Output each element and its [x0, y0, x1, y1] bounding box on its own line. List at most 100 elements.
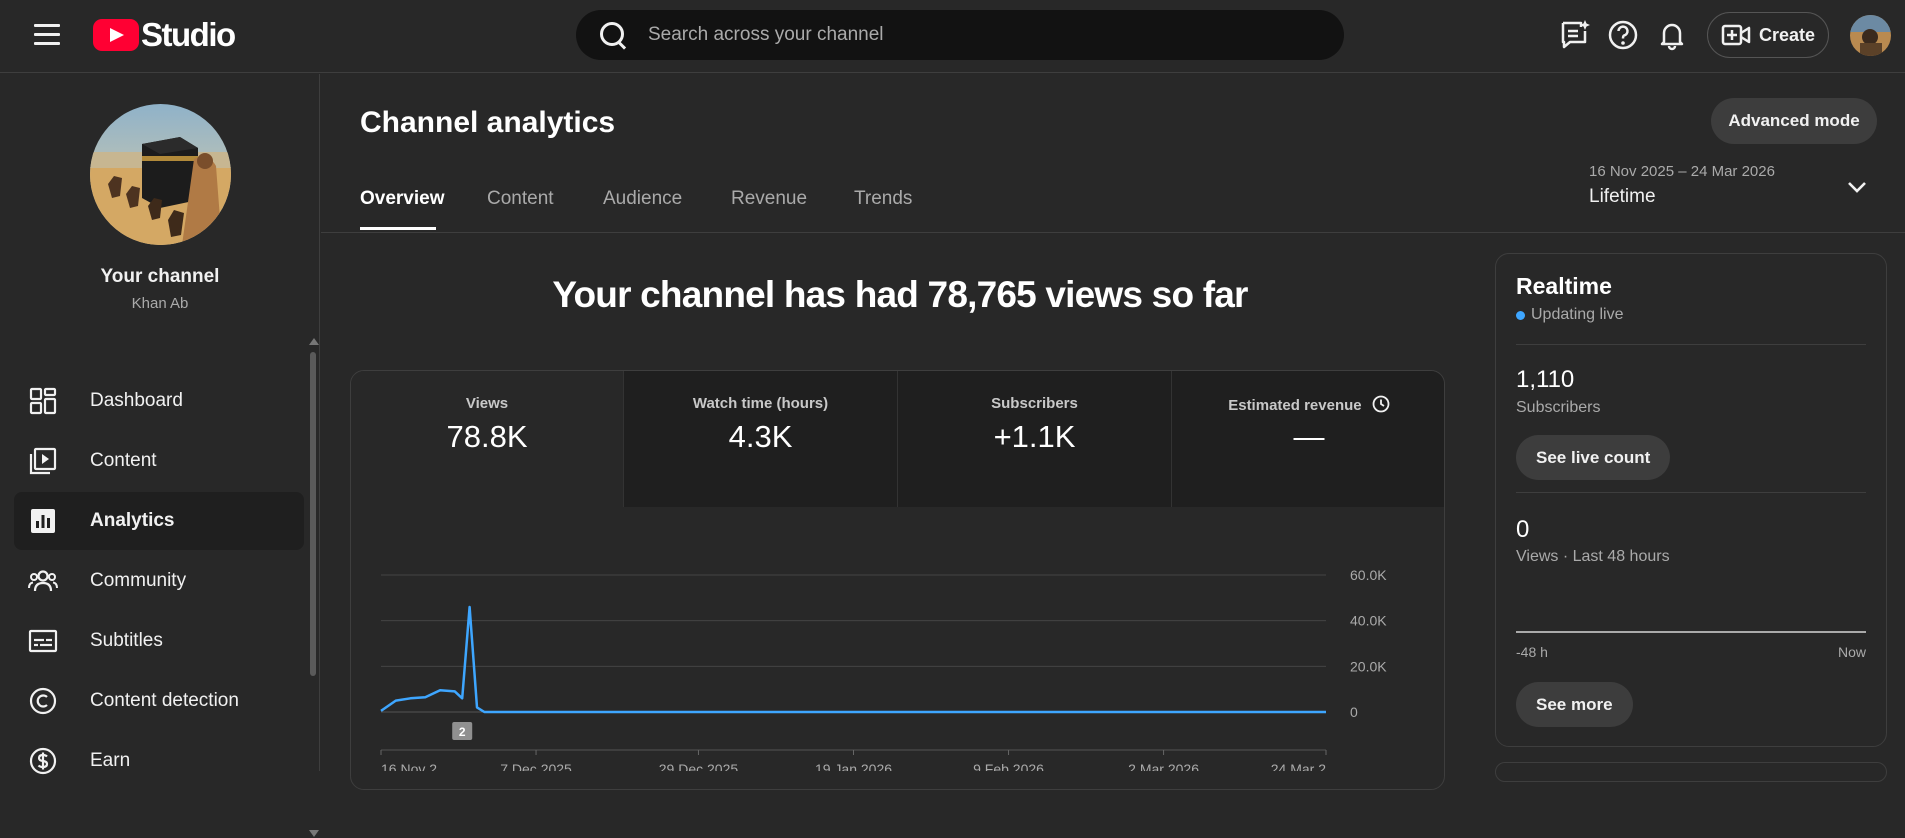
realtime-views-label: Views · Last 48 hours — [1516, 548, 1670, 565]
tabs-divider — [321, 232, 1905, 233]
feedback-icon[interactable] — [1557, 18, 1591, 52]
channel-avatar[interactable] — [90, 104, 231, 245]
y-tick-label: 20.0K — [1350, 658, 1387, 674]
chart-marker-label: 2 — [459, 725, 466, 739]
dashboard-icon — [29, 387, 57, 415]
realtime-axis-end: Now — [1837, 644, 1866, 660]
dollar-icon — [29, 747, 57, 775]
divider — [1516, 344, 1866, 345]
tab-content[interactable]: Content — [487, 188, 554, 210]
metric-label: Watch time (hours) — [692, 395, 829, 412]
create-button[interactable]: Create — [1707, 12, 1829, 58]
video-add-icon — [1721, 24, 1751, 46]
tab-trends[interactable]: Trends — [854, 188, 912, 210]
x-tick-label: 7 Dec 2025 — [500, 761, 572, 771]
sidebar-item-community[interactable]: Community — [14, 552, 304, 610]
analytics-icon — [31, 509, 55, 533]
copyright-icon — [29, 687, 57, 715]
next-card — [1495, 762, 1887, 782]
realtime-title: Realtime — [1516, 273, 1612, 299]
x-tick-label: 24 Mar 2 — [1271, 761, 1326, 771]
see-live-count-button[interactable]: See live count — [1516, 435, 1671, 480]
sidebar-scrollbar[interactable] — [308, 338, 319, 838]
live-status-label: Updating live — [1531, 306, 1624, 323]
date-period-label[interactable]: Lifetime — [1589, 186, 1656, 208]
x-tick-label: 9 Feb 2026 — [973, 761, 1044, 771]
tab-overview[interactable]: Overview — [360, 188, 445, 210]
metric-label: Subscribers — [991, 395, 1078, 412]
x-tick-label: 29 Dec 2025 — [659, 761, 739, 771]
scroll-up-arrow[interactable] — [309, 338, 319, 345]
youtube-logo-icon — [93, 19, 139, 51]
sidebar-item-label: Content — [90, 450, 157, 471]
realtime-axis-start: -48 h — [1516, 644, 1548, 660]
x-tick-label: 19 Jan 2026 — [815, 761, 892, 771]
page-title: Channel analytics — [360, 106, 616, 139]
sidebar-item-content-detection[interactable]: Content detection — [14, 672, 304, 730]
metric-views[interactable]: Views 78.8K — [351, 371, 624, 507]
content-icon — [29, 447, 57, 475]
realtime-subscribers-value: 1,110 — [1516, 366, 1575, 393]
sidebar-item-earn[interactable]: Earn — [14, 732, 304, 790]
active-tab-indicator — [360, 227, 436, 230]
sidebar-item-label: Analytics — [90, 510, 175, 531]
channel-title: Your channel — [100, 266, 220, 287]
views-headline: Your channel has had 78,765 views so far — [552, 274, 1248, 315]
logo-text: Studio — [141, 16, 236, 53]
search-icon[interactable] — [596, 18, 630, 52]
chevron-down-icon[interactable] — [1846, 179, 1868, 195]
search-bar[interactable] — [576, 10, 1344, 60]
top-bar: Studio Create — [0, 0, 1905, 73]
scroll-down-arrow[interactable] — [309, 830, 319, 837]
metric-value: — — [1293, 419, 1325, 454]
y-tick-label: 0 — [1350, 704, 1358, 720]
scrollbar-thumb[interactable] — [310, 352, 316, 676]
sidebar-item-content[interactable]: Content — [14, 432, 304, 490]
notifications-icon[interactable] — [1655, 18, 1689, 52]
sidebar-item-label: Subtitles — [90, 630, 163, 651]
help-icon[interactable] — [1606, 18, 1640, 52]
live-dot-icon — [1516, 310, 1525, 320]
realtime-chart-baseline — [1516, 631, 1866, 633]
sidebar-item-label: Community — [90, 570, 187, 591]
divider — [1516, 492, 1866, 493]
date-range[interactable]: 16 Nov 2025 – 24 Mar 2026 — [1589, 163, 1775, 180]
x-tick-label: 2 Mar 2026 — [1128, 761, 1199, 771]
clock-icon[interactable] — [1372, 395, 1390, 413]
advanced-mode-button[interactable]: Advanced mode — [1711, 98, 1877, 144]
sidebar-item-label: Earn — [90, 750, 131, 771]
community-icon — [28, 570, 58, 592]
sidebar-item-dashboard[interactable]: Dashboard — [14, 372, 304, 430]
studio-logo[interactable]: Studio — [93, 16, 236, 54]
metric-subscribers[interactable]: Subscribers +1.1K — [898, 371, 1172, 507]
metric-label-text: Estimated revenue — [1228, 397, 1362, 414]
metric-value: 78.8K — [446, 419, 528, 454]
search-input[interactable] — [648, 24, 1248, 46]
views-line-chart[interactable]: 60.0K 40.0K 20.0K 0 16 Nov 2 7 Dec 2025 29 Dec… — [360, 560, 1420, 771]
realtime-views-value: 0 — [1516, 516, 1530, 543]
views-series-line — [380, 605, 1326, 714]
tab-audience[interactable]: Audience — [603, 188, 682, 210]
metric-watch-time[interactable]: Watch time (hours) 4.3K — [624, 371, 898, 507]
x-tick-label: 16 Nov 2 — [381, 761, 437, 771]
metric-estimated-revenue[interactable]: Estimated revenue — — [1172, 371, 1444, 507]
y-tick-label: 60.0K — [1350, 567, 1387, 583]
tab-revenue[interactable]: Revenue — [731, 188, 807, 210]
sidebar-item-label: Content detection — [90, 690, 239, 711]
account-avatar[interactable] — [1850, 15, 1891, 56]
metric-value: 4.3K — [728, 419, 793, 454]
sidebar-item-analytics[interactable]: Analytics — [14, 492, 304, 550]
realtime-subscribers-label: Subscribers — [1516, 399, 1601, 416]
metric-label: Views — [465, 395, 509, 412]
realtime-card: Realtime Updating live 1,110 Subscribers… — [1495, 253, 1887, 747]
subtitles-icon — [28, 629, 58, 653]
menu-icon[interactable] — [34, 24, 60, 46]
y-tick-label: 40.0K — [1350, 613, 1387, 629]
live-status: Updating live — [1516, 306, 1624, 324]
sidebar: Your channel Khan Ab Dashboard Content A… — [0, 74, 320, 837]
sidebar-item-subtitles[interactable]: Subtitles — [14, 612, 304, 670]
channel-name: Khan Ab — [131, 295, 189, 312]
see-more-button[interactable]: See more — [1516, 682, 1633, 727]
sidebar-item-label: Dashboard — [90, 390, 183, 411]
metric-label: Estimated revenue — [1172, 395, 1444, 414]
